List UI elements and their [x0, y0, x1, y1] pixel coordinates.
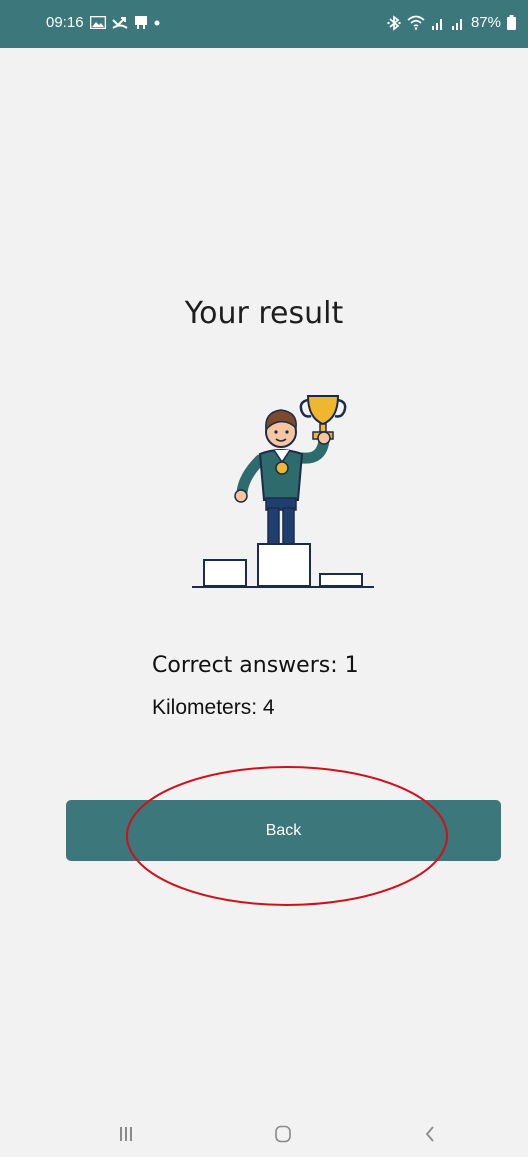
- battery-icon: [507, 15, 516, 30]
- status-bar: 09:16 87%: [0, 0, 528, 48]
- signal-icon: [451, 16, 465, 30]
- home-button[interactable]: [263, 1120, 303, 1148]
- nav-back-button[interactable]: [410, 1120, 450, 1148]
- recent-apps-button[interactable]: [106, 1120, 146, 1148]
- back-nav-icon: [425, 1126, 434, 1142]
- recent-apps-icon: [120, 1127, 132, 1141]
- signal-icon: [431, 16, 445, 30]
- battery-percent: 87%: [470, 14, 501, 31]
- status-right: 87%: [387, 14, 516, 31]
- status-time: 09:16: [46, 14, 84, 31]
- status-left: 09:16: [46, 14, 160, 31]
- system-nav-bar: [0, 1110, 528, 1157]
- home-icon: [275, 1125, 291, 1143]
- kilometers-text: Kilometers: 4: [152, 696, 275, 719]
- correct-answers-text: Correct answers: 1: [152, 653, 359, 678]
- result-title: Your result: [184, 296, 344, 331]
- wifi-icon: [407, 15, 425, 30]
- back-button-label: Back: [265, 821, 302, 839]
- winner-podium-image: [192, 395, 374, 588]
- gallery-icon: [89, 16, 106, 29]
- message-icon: [134, 15, 148, 30]
- back-button[interactable]: Back: [66, 800, 501, 861]
- winner-illustration: [190, 388, 376, 592]
- bluetooth-icon: [387, 14, 401, 31]
- missed-call-icon: [111, 16, 128, 30]
- notification-dot-icon: [154, 20, 160, 26]
